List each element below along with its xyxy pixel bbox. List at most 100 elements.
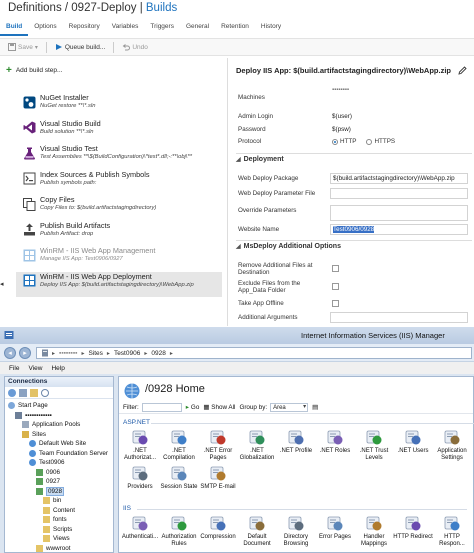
feature-tile[interactable]: .NET Globalization xyxy=(237,429,277,462)
undo-button[interactable]: Undo xyxy=(122,43,148,51)
tab-triggers[interactable]: Triggers xyxy=(144,22,180,36)
feature-tile[interactable]: Providers xyxy=(120,465,160,491)
tab-build[interactable]: Build xyxy=(0,22,29,36)
server-icon xyxy=(42,349,48,357)
remove-additional-files-checkbox[interactable] xyxy=(332,265,339,272)
save-icon[interactable] xyxy=(19,388,27,397)
feature-tile[interactable]: .NET Authorizat... xyxy=(120,429,160,462)
deployment-section-header[interactable]: ◢ Deployment xyxy=(236,156,284,163)
build-step[interactable]: WinRM - IIS Web App Management Manage IIS… xyxy=(22,246,227,272)
edit-pencil-icon[interactable] xyxy=(458,66,467,75)
feature-tile[interactable]: Default Document xyxy=(237,515,277,548)
protocol-https-radio[interactable] xyxy=(366,138,373,145)
feature-tile[interactable]: .NET Trust Levels xyxy=(354,429,394,462)
additional-arguments-field[interactable] xyxy=(330,312,468,323)
feature-tile[interactable]: HTTP Respon... xyxy=(432,515,472,548)
tree-node[interactable]: 0906 xyxy=(36,468,60,477)
website-name-field[interactable]: Test0906/0928 xyxy=(330,224,468,235)
menu-view[interactable]: View xyxy=(28,365,42,372)
tab-options[interactable]: Options xyxy=(28,22,62,36)
tab-retention[interactable]: Retention xyxy=(215,22,255,36)
feature-tile[interactable]: .NET Error Pages xyxy=(198,429,238,462)
tab-history[interactable]: History xyxy=(255,22,287,36)
override-parameters-field[interactable] xyxy=(330,205,468,221)
save-button[interactable]: Save ▾ xyxy=(8,43,38,51)
feature-tile[interactable]: SMTP E-mail xyxy=(198,465,238,491)
tab-repository[interactable]: Repository xyxy=(63,22,106,36)
take-app-offline-checkbox[interactable] xyxy=(332,300,339,307)
password-field[interactable]: $(psw) xyxy=(332,126,351,133)
protocol-http-radio[interactable] xyxy=(332,138,338,145)
feature-tile[interactable]: Handler Mappings xyxy=(354,515,394,548)
address-bar[interactable]: ▸ ▪▪▪▪▪▪▪▪ ▸ Sites ▸ Test0906 ▸ 0928 ▸ xyxy=(36,347,472,359)
menu-help[interactable]: Help xyxy=(51,365,64,372)
address-segment-site[interactable]: Test0906 xyxy=(114,350,140,357)
feature-tile[interactable]: Authenticati... xyxy=(120,515,160,541)
folder-up-icon[interactable] xyxy=(30,388,38,397)
tree-node[interactable]: Views xyxy=(43,534,70,543)
back-button[interactable]: ◂ xyxy=(4,347,16,359)
build-step[interactable]: Visual Studio Test Test Assemblies **\$(B… xyxy=(22,144,227,170)
feature-group-header[interactable]: IIS xyxy=(123,505,131,512)
feature-tile[interactable]: .NET Compilation xyxy=(159,429,199,462)
web-deploy-parameter-file-field[interactable] xyxy=(330,188,468,199)
tree-node[interactable]: Start Page xyxy=(8,401,48,410)
breadcrumb-builds[interactable]: Builds xyxy=(146,2,177,14)
queue-build-button[interactable]: Queue build... xyxy=(55,43,105,51)
machines-field[interactable]: ▪▪▪▪▪▪▪▪ xyxy=(332,87,349,93)
feature-tile[interactable]: Directory Browsing xyxy=(276,515,316,548)
feature-group-header[interactable]: ASP.NET xyxy=(123,419,150,426)
feature-tile[interactable]: Error Pages xyxy=(315,515,355,541)
tree-node[interactable]: ▪▪▪▪▪▪▪▪▪▪▪▪ xyxy=(15,411,52,420)
tree-node[interactable]: Content xyxy=(43,506,75,515)
build-step[interactable]: Index Sources & Publish Symbols Publish s… xyxy=(22,170,227,196)
feature-tile[interactable]: .NET Roles xyxy=(315,429,355,455)
filter-input[interactable] xyxy=(141,403,182,412)
build-step[interactable]: Visual Studio Build Build solution **\*.s… xyxy=(22,119,227,145)
menu-file[interactable]: File xyxy=(9,365,19,372)
build-step[interactable]: Publish Build Artifacts Publish Artifact:… xyxy=(22,221,227,247)
tab-general[interactable]: General xyxy=(180,22,215,36)
tree-node[interactable]: Team Foundation Server xyxy=(29,449,108,458)
add-build-step-button[interactable]: + Add build step... xyxy=(6,65,62,76)
address-segment-app[interactable]: 0928 xyxy=(151,350,165,357)
tree-node[interactable]: wwwroot xyxy=(36,544,71,553)
feature-tile[interactable]: .NET Profile xyxy=(276,429,316,455)
breadcrumb-definitions[interactable]: Definitions / 0927-Deploy xyxy=(8,2,137,14)
forward-button[interactable]: ▸ xyxy=(19,347,31,359)
exclude-app-data-checkbox[interactable] xyxy=(332,283,339,290)
refresh-icon[interactable] xyxy=(41,388,49,397)
tree-node[interactable]: Default Web Site xyxy=(29,439,86,448)
web-deploy-package-field[interactable]: $(build.artifactstagingdirectory)\WebApp… xyxy=(330,173,468,184)
feature-tile[interactable]: Authorization Rules xyxy=(159,515,199,548)
feature-tile[interactable]: Compression xyxy=(198,515,238,541)
net-users-icon xyxy=(405,429,422,446)
tab-variables[interactable]: Variables xyxy=(106,22,145,36)
group-by-select[interactable]: Area xyxy=(270,403,309,412)
go-button[interactable]: ▸ Go xyxy=(186,404,200,411)
build-step[interactable]: Copy Files Copy Files to: $(build.artifac… xyxy=(22,195,227,221)
show-all-button[interactable]: ▦ Show All xyxy=(203,404,235,411)
feature-tile[interactable]: HTTP Redirect xyxy=(393,515,433,541)
app-icon xyxy=(36,487,43,495)
tree-node[interactable]: bin xyxy=(43,496,61,505)
tree-node[interactable]: fonts xyxy=(43,515,67,524)
tree-node[interactable]: 0928 xyxy=(36,486,65,496)
feature-tile[interactable]: .NET Users xyxy=(393,429,433,455)
admin-login-field[interactable]: $(user) xyxy=(332,113,352,120)
tree-node[interactable]: Scripts xyxy=(43,525,72,534)
connect-icon[interactable] xyxy=(8,388,16,397)
address-segment-server[interactable]: ▪▪▪▪▪▪▪▪ xyxy=(59,350,77,357)
msdeploy-section-header[interactable]: ◢ MsDeploy Additional Options xyxy=(236,243,341,250)
feature-view: /0928 Home Filter: ▸ Go ▦ Show All Group b… xyxy=(118,376,474,553)
feature-tile[interactable]: Session State xyxy=(159,465,199,491)
build-step-selected[interactable]: ◂ WinRM - IIS Web App Deployment Deploy I… xyxy=(0,271,222,297)
view-mode-button[interactable]: ▤ xyxy=(312,404,318,411)
address-segment-sites[interactable]: Sites xyxy=(88,350,102,357)
build-step[interactable]: NuGet Installer NuGet restore **\*.sln xyxy=(22,93,227,119)
tree-node[interactable]: Application Pools xyxy=(22,420,80,429)
tree-node[interactable]: 0927 xyxy=(36,477,60,486)
tree-node[interactable]: Test0906 xyxy=(29,458,65,467)
tree-node[interactable]: Sites xyxy=(22,430,46,439)
feature-tile[interactable]: Application Settings xyxy=(432,429,472,462)
